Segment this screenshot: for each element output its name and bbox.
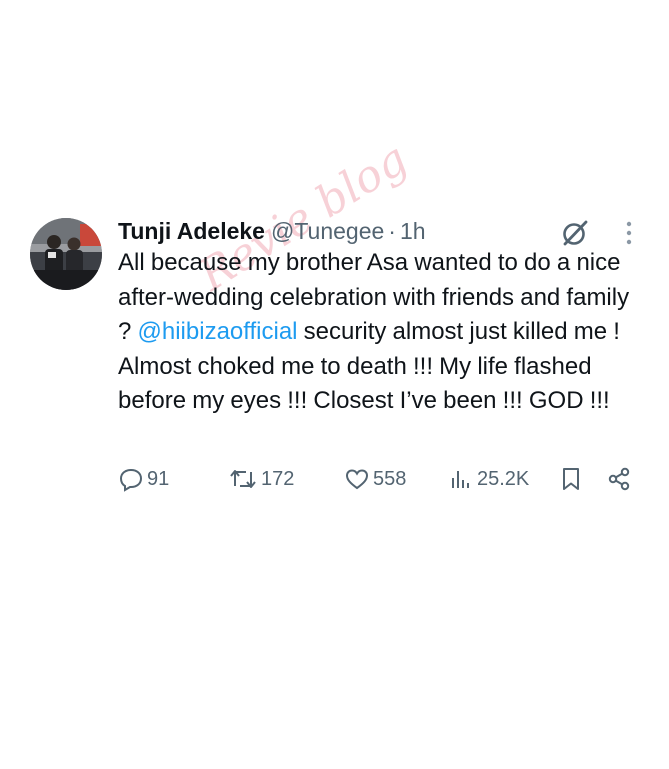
author-handle[interactable]: @Tunegee bbox=[271, 218, 384, 245]
bookmark-button[interactable] bbox=[558, 462, 584, 496]
tweet-actions: 91 172 558 25.2K bbox=[118, 462, 648, 496]
share-button[interactable] bbox=[606, 462, 632, 496]
views-button[interactable]: 25.2K bbox=[448, 462, 529, 496]
like-count: 558 bbox=[373, 467, 407, 490]
bookmark-icon bbox=[563, 468, 579, 490]
reply-button[interactable]: 91 bbox=[118, 462, 169, 496]
mention-link[interactable]: @hiibizaofficial bbox=[138, 318, 298, 345]
repost-icon bbox=[230, 470, 256, 488]
views-count: 25.2K bbox=[477, 467, 530, 490]
share-icon bbox=[608, 467, 630, 491]
page: Revie blog Tunji Adeleke @Tunegee · 1h A… bbox=[0, 0, 669, 769]
author-display-name[interactable]: Tunji Adeleke bbox=[118, 218, 265, 245]
more-dots-icon[interactable] bbox=[624, 220, 634, 246]
like-button[interactable]: 558 bbox=[344, 462, 406, 496]
avatar[interactable] bbox=[30, 218, 102, 290]
tweet-text: All because my brother Asa wanted to do … bbox=[118, 246, 638, 419]
grok-icon[interactable] bbox=[560, 218, 590, 248]
repost-count: 172 bbox=[261, 467, 295, 490]
avatar-photo bbox=[30, 218, 102, 290]
tweet-timestamp[interactable]: 1h bbox=[400, 218, 426, 245]
repost-button[interactable]: 172 bbox=[228, 462, 294, 496]
reply-count: 91 bbox=[147, 467, 170, 490]
tweet-header: Tunji Adeleke @Tunegee · 1h bbox=[118, 214, 426, 248]
header-separator: · bbox=[388, 217, 396, 244]
views-icon bbox=[452, 471, 469, 488]
heart-icon bbox=[345, 469, 369, 490]
reply-icon bbox=[119, 468, 143, 492]
